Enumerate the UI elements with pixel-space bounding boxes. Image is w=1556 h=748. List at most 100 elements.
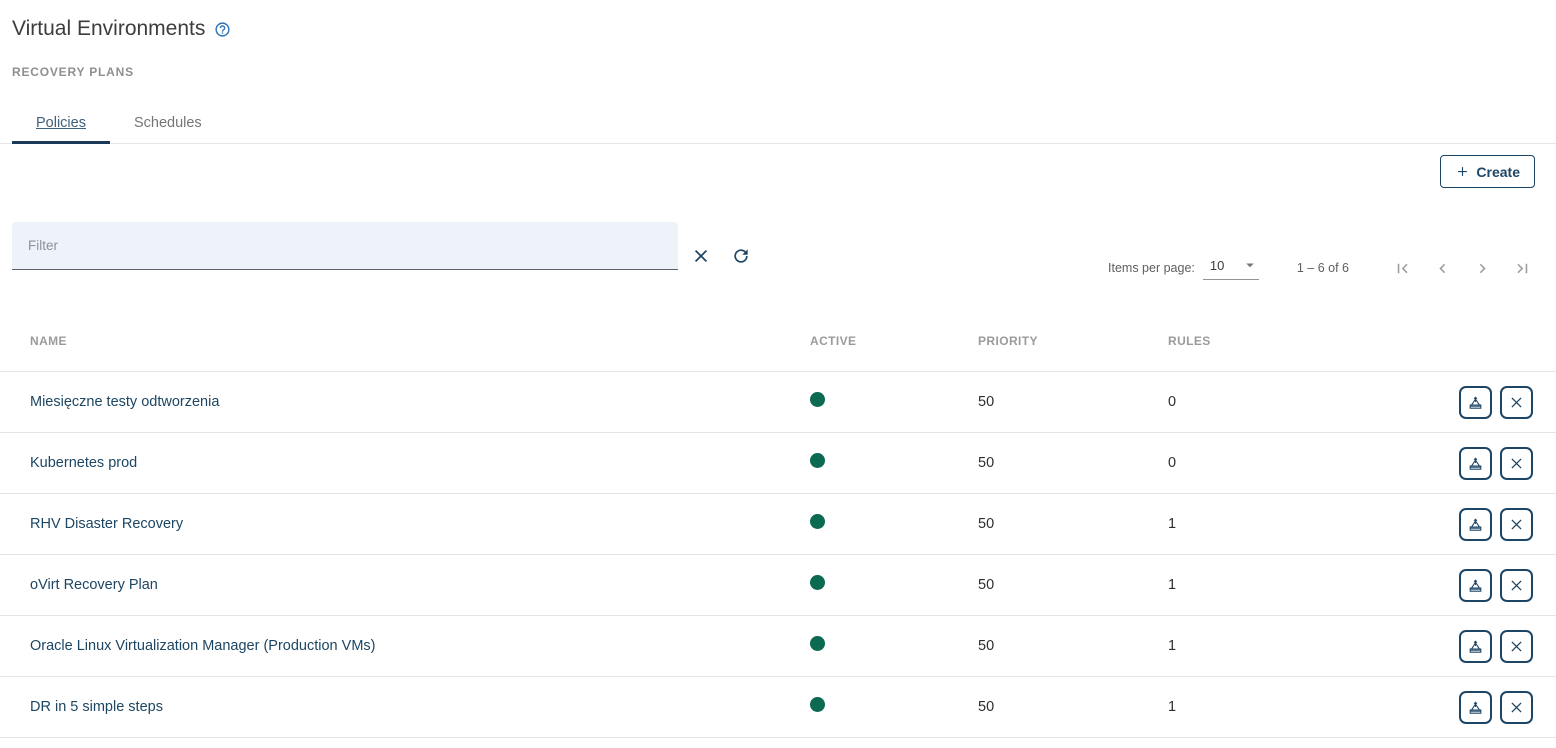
virtual-environments-page: Virtual Environments RECOVERY PLANS Poli… xyxy=(0,0,1556,748)
close-icon xyxy=(1508,577,1525,594)
rules-value: 0 xyxy=(1168,394,1459,410)
row-actions xyxy=(1459,508,1533,541)
rules-value: 1 xyxy=(1168,699,1459,715)
restore-button[interactable] xyxy=(1459,630,1492,663)
items-per-page-select[interactable]: 10 xyxy=(1203,256,1259,280)
priority-value: 50 xyxy=(978,699,1168,715)
restore-button[interactable] xyxy=(1459,569,1492,602)
priority-value: 50 xyxy=(978,577,1168,593)
close-icon xyxy=(1508,638,1525,655)
first-page-button[interactable] xyxy=(1389,255,1415,281)
active-cell xyxy=(810,453,978,473)
policy-name-link[interactable]: RHV Disaster Recovery xyxy=(0,516,810,532)
row-actions xyxy=(1459,447,1533,480)
delete-button[interactable] xyxy=(1500,691,1533,724)
active-cell xyxy=(810,392,978,412)
policy-name-link[interactable]: DR in 5 simple steps xyxy=(0,699,810,715)
priority-value: 50 xyxy=(978,638,1168,654)
priority-value: 50 xyxy=(978,394,1168,410)
restore-button[interactable] xyxy=(1459,386,1492,419)
rules-value: 0 xyxy=(1168,455,1459,471)
active-status-dot xyxy=(810,636,825,651)
table-row: oVirt Recovery Plan 50 1 xyxy=(0,555,1556,616)
close-icon xyxy=(691,246,711,266)
rules-value: 1 xyxy=(1168,577,1459,593)
active-status-dot xyxy=(810,575,825,590)
policy-name-link[interactable]: Kubernetes prod xyxy=(0,455,810,471)
rules-value: 1 xyxy=(1168,516,1459,532)
column-header-priority: PRIORITY xyxy=(978,334,1168,348)
row-actions xyxy=(1459,630,1533,663)
chevron-left-icon xyxy=(1433,259,1452,278)
clear-filter-button[interactable] xyxy=(690,245,712,267)
filter-row: Items per page: 10 1 – 6 of 6 xyxy=(0,222,1556,281)
priority-value: 50 xyxy=(978,455,1168,471)
table-row: DR in 5 simple steps 50 1 xyxy=(0,677,1556,738)
rules-value: 1 xyxy=(1168,638,1459,654)
active-cell xyxy=(810,514,978,534)
table-header-row: NAME ACTIVE PRIORITY RULES xyxy=(0,310,1556,372)
paginator-nav xyxy=(1389,255,1535,281)
active-cell xyxy=(810,636,978,656)
plus-icon xyxy=(1455,164,1470,179)
page-header: Virtual Environments xyxy=(12,16,1556,41)
items-per-page-value: 10 xyxy=(1210,258,1224,273)
policy-name-link[interactable]: Oracle Linux Virtualization Manager (Pro… xyxy=(0,638,810,654)
first-page-icon xyxy=(1393,259,1412,278)
tab-policies-label: Policies xyxy=(36,115,86,131)
filter-field[interactable] xyxy=(12,222,678,270)
close-icon xyxy=(1508,394,1525,411)
paginator-range: 1 – 6 of 6 xyxy=(1297,261,1349,275)
previous-page-button[interactable] xyxy=(1429,255,1455,281)
tab-policies[interactable]: Policies xyxy=(12,102,110,143)
restore-button[interactable] xyxy=(1459,691,1492,724)
restore-button[interactable] xyxy=(1459,447,1492,480)
active-status-dot xyxy=(810,514,825,529)
delete-button[interactable] xyxy=(1500,386,1533,419)
restore-icon xyxy=(1467,516,1484,533)
delete-button[interactable] xyxy=(1500,569,1533,602)
table-row: Miesięczne testy odtworzenia 50 0 xyxy=(0,372,1556,433)
refresh-button[interactable] xyxy=(730,245,752,267)
last-page-icon xyxy=(1513,259,1532,278)
restore-icon xyxy=(1467,455,1484,472)
table-row: RHV Disaster Recovery 50 1 xyxy=(0,494,1556,555)
row-actions xyxy=(1459,569,1533,602)
tab-bar: Policies Schedules xyxy=(0,102,1556,144)
delete-button[interactable] xyxy=(1500,508,1533,541)
paginator: Items per page: 10 1 – 6 of 6 xyxy=(1108,255,1535,281)
items-per-page-label: Items per page: xyxy=(1108,261,1195,275)
tab-schedules[interactable]: Schedules xyxy=(110,102,226,143)
next-page-button[interactable] xyxy=(1469,255,1495,281)
active-cell xyxy=(810,575,978,595)
restore-button[interactable] xyxy=(1459,508,1492,541)
help-icon[interactable] xyxy=(214,21,231,38)
create-button[interactable]: Create xyxy=(1440,155,1535,188)
column-header-active: ACTIVE xyxy=(810,334,978,348)
row-actions xyxy=(1459,386,1533,419)
table-row: Oracle Linux Virtualization Manager (Pro… xyxy=(0,616,1556,677)
close-icon xyxy=(1508,699,1525,716)
restore-icon xyxy=(1467,577,1484,594)
policy-name-link[interactable]: Miesięczne testy odtworzenia xyxy=(0,394,810,410)
priority-value: 50 xyxy=(978,516,1168,532)
active-cell xyxy=(810,697,978,717)
restore-icon xyxy=(1467,699,1484,716)
delete-button[interactable] xyxy=(1500,447,1533,480)
active-status-dot xyxy=(810,697,825,712)
active-status-dot xyxy=(810,392,825,407)
table-body: Miesięczne testy odtworzenia 50 0 xyxy=(0,372,1556,738)
close-icon xyxy=(1508,455,1525,472)
refresh-icon xyxy=(731,246,751,266)
restore-icon xyxy=(1467,394,1484,411)
active-status-dot xyxy=(810,453,825,468)
policy-name-link[interactable]: oVirt Recovery Plan xyxy=(0,577,810,593)
row-actions xyxy=(1459,691,1533,724)
last-page-button[interactable] xyxy=(1509,255,1535,281)
restore-icon xyxy=(1467,638,1484,655)
delete-button[interactable] xyxy=(1500,630,1533,663)
filter-input[interactable] xyxy=(12,222,678,269)
column-header-rules: RULES xyxy=(1168,334,1533,348)
section-subtitle: RECOVERY PLANS xyxy=(12,65,1556,79)
policies-table: NAME ACTIVE PRIORITY RULES Miesięczne te… xyxy=(0,310,1556,738)
